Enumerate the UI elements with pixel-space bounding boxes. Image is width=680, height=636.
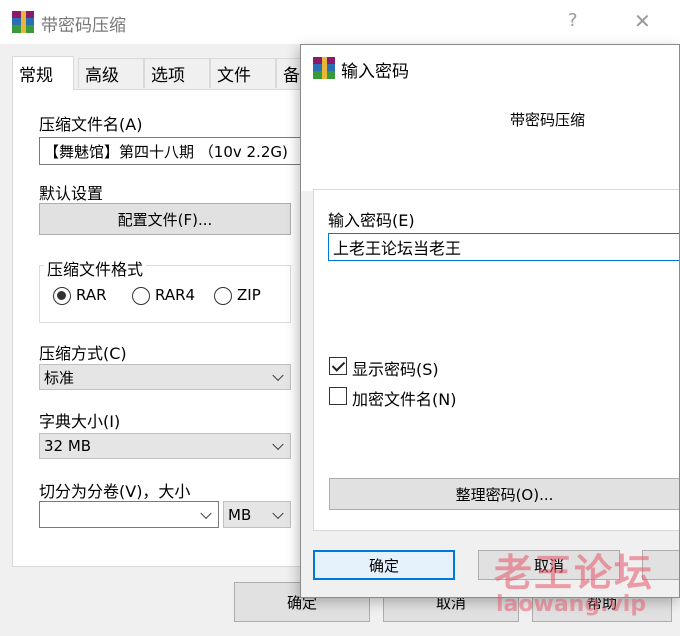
close-icon[interactable]: ✕ bbox=[634, 9, 651, 33]
dialog-ok-button[interactable]: 确定 bbox=[313, 550, 455, 580]
password-value: 上老王论坛当老王 bbox=[333, 239, 462, 258]
dialog-cancel-label: 取消 bbox=[533, 556, 564, 575]
tab-files-label: 文件 bbox=[217, 66, 251, 86]
archive-name-value: 【舞魅馆】第四十八期 （10v 2.2G) bbox=[44, 142, 288, 161]
dialog-subtitle: 带密码压缩 bbox=[510, 111, 586, 129]
encrypt-names-label[interactable]: 加密文件名(N) bbox=[352, 386, 456, 410]
format-rar4-label[interactable]: RAR4 bbox=[155, 286, 195, 304]
tab-files[interactable]: 文件 bbox=[210, 58, 276, 88]
tab-options[interactable]: 选项 bbox=[144, 58, 210, 88]
dialog-help-button[interactable] bbox=[642, 550, 679, 580]
tab-general-label: 常规 bbox=[19, 66, 53, 86]
format-rar4-radio[interactable] bbox=[132, 287, 150, 305]
tab-backup-label: 备 bbox=[283, 66, 300, 86]
dialog-title-bar: 输入密码 bbox=[301, 45, 679, 91]
dialog-ok-label: 确定 bbox=[368, 556, 399, 575]
tab-advanced-label: 高级 bbox=[85, 66, 119, 86]
method-label: 压缩方式(C) bbox=[39, 344, 127, 363]
dict-select[interactable]: 32 MB bbox=[39, 433, 291, 459]
show-password-checkbox[interactable] bbox=[329, 357, 347, 375]
archive-name-input[interactable]: 【舞魅馆】第四十八期 （10v 2.2G) bbox=[39, 137, 319, 165]
winrar-icon bbox=[313, 57, 335, 79]
main-title-bar: 带密码压缩 ? ✕ bbox=[0, 0, 680, 44]
method-value: 标准 bbox=[44, 368, 75, 387]
show-password-label[interactable]: 显示密码(S) bbox=[352, 356, 439, 380]
organize-passwords-button[interactable]: 整理密码(O)... bbox=[329, 478, 679, 510]
split-label: 切分为分卷(V)，大小 bbox=[39, 482, 191, 501]
profiles-button[interactable]: 配置文件(F)... bbox=[39, 203, 291, 235]
split-size-input[interactable] bbox=[39, 501, 219, 528]
archive-name-label: 压缩文件名(A) bbox=[39, 115, 143, 134]
organize-passwords-label: 整理密码(O)... bbox=[455, 485, 554, 504]
split-unit-select[interactable]: MB bbox=[223, 501, 291, 528]
tab-advanced[interactable]: 高级 bbox=[78, 58, 144, 88]
profiles-button-label: 配置文件(F)... bbox=[117, 210, 213, 229]
method-select[interactable]: 标准 bbox=[39, 364, 291, 390]
dict-label: 字典大小(I) bbox=[39, 412, 121, 431]
format-group-label: 压缩文件格式 bbox=[44, 256, 147, 280]
dialog-cancel-button[interactable]: 取消 bbox=[478, 550, 620, 580]
default-settings-label: 默认设置 bbox=[39, 184, 104, 203]
chevron-down-icon bbox=[272, 507, 284, 519]
chevron-down-icon bbox=[272, 438, 284, 451]
password-input[interactable]: 上老王论坛当老王 bbox=[328, 233, 679, 261]
chevron-down-icon bbox=[200, 507, 212, 519]
split-unit-value: MB bbox=[228, 505, 252, 524]
format-zip-radio[interactable] bbox=[214, 287, 232, 305]
winrar-icon bbox=[12, 11, 34, 33]
dialog-header bbox=[301, 91, 679, 191]
chevron-down-icon bbox=[272, 369, 284, 382]
main-window-title: 带密码压缩 bbox=[41, 16, 126, 36]
format-rar-radio[interactable] bbox=[53, 287, 71, 305]
password-dialog: 输入密码 带密码压缩 输入密码(E) 上老王论坛当老王 显示密码(S) 加密文件… bbox=[300, 44, 680, 598]
password-label: 输入密码(E) bbox=[328, 211, 415, 230]
dialog-title: 输入密码 bbox=[341, 62, 409, 82]
dict-value: 32 MB bbox=[44, 437, 92, 455]
tab-options-label: 选项 bbox=[151, 66, 185, 86]
format-rar-label[interactable]: RAR bbox=[76, 286, 107, 304]
encrypt-names-checkbox[interactable] bbox=[329, 387, 347, 405]
help-icon[interactable]: ? bbox=[568, 10, 578, 31]
format-zip-label[interactable]: ZIP bbox=[237, 286, 261, 304]
tab-general[interactable]: 常规 bbox=[12, 56, 74, 90]
